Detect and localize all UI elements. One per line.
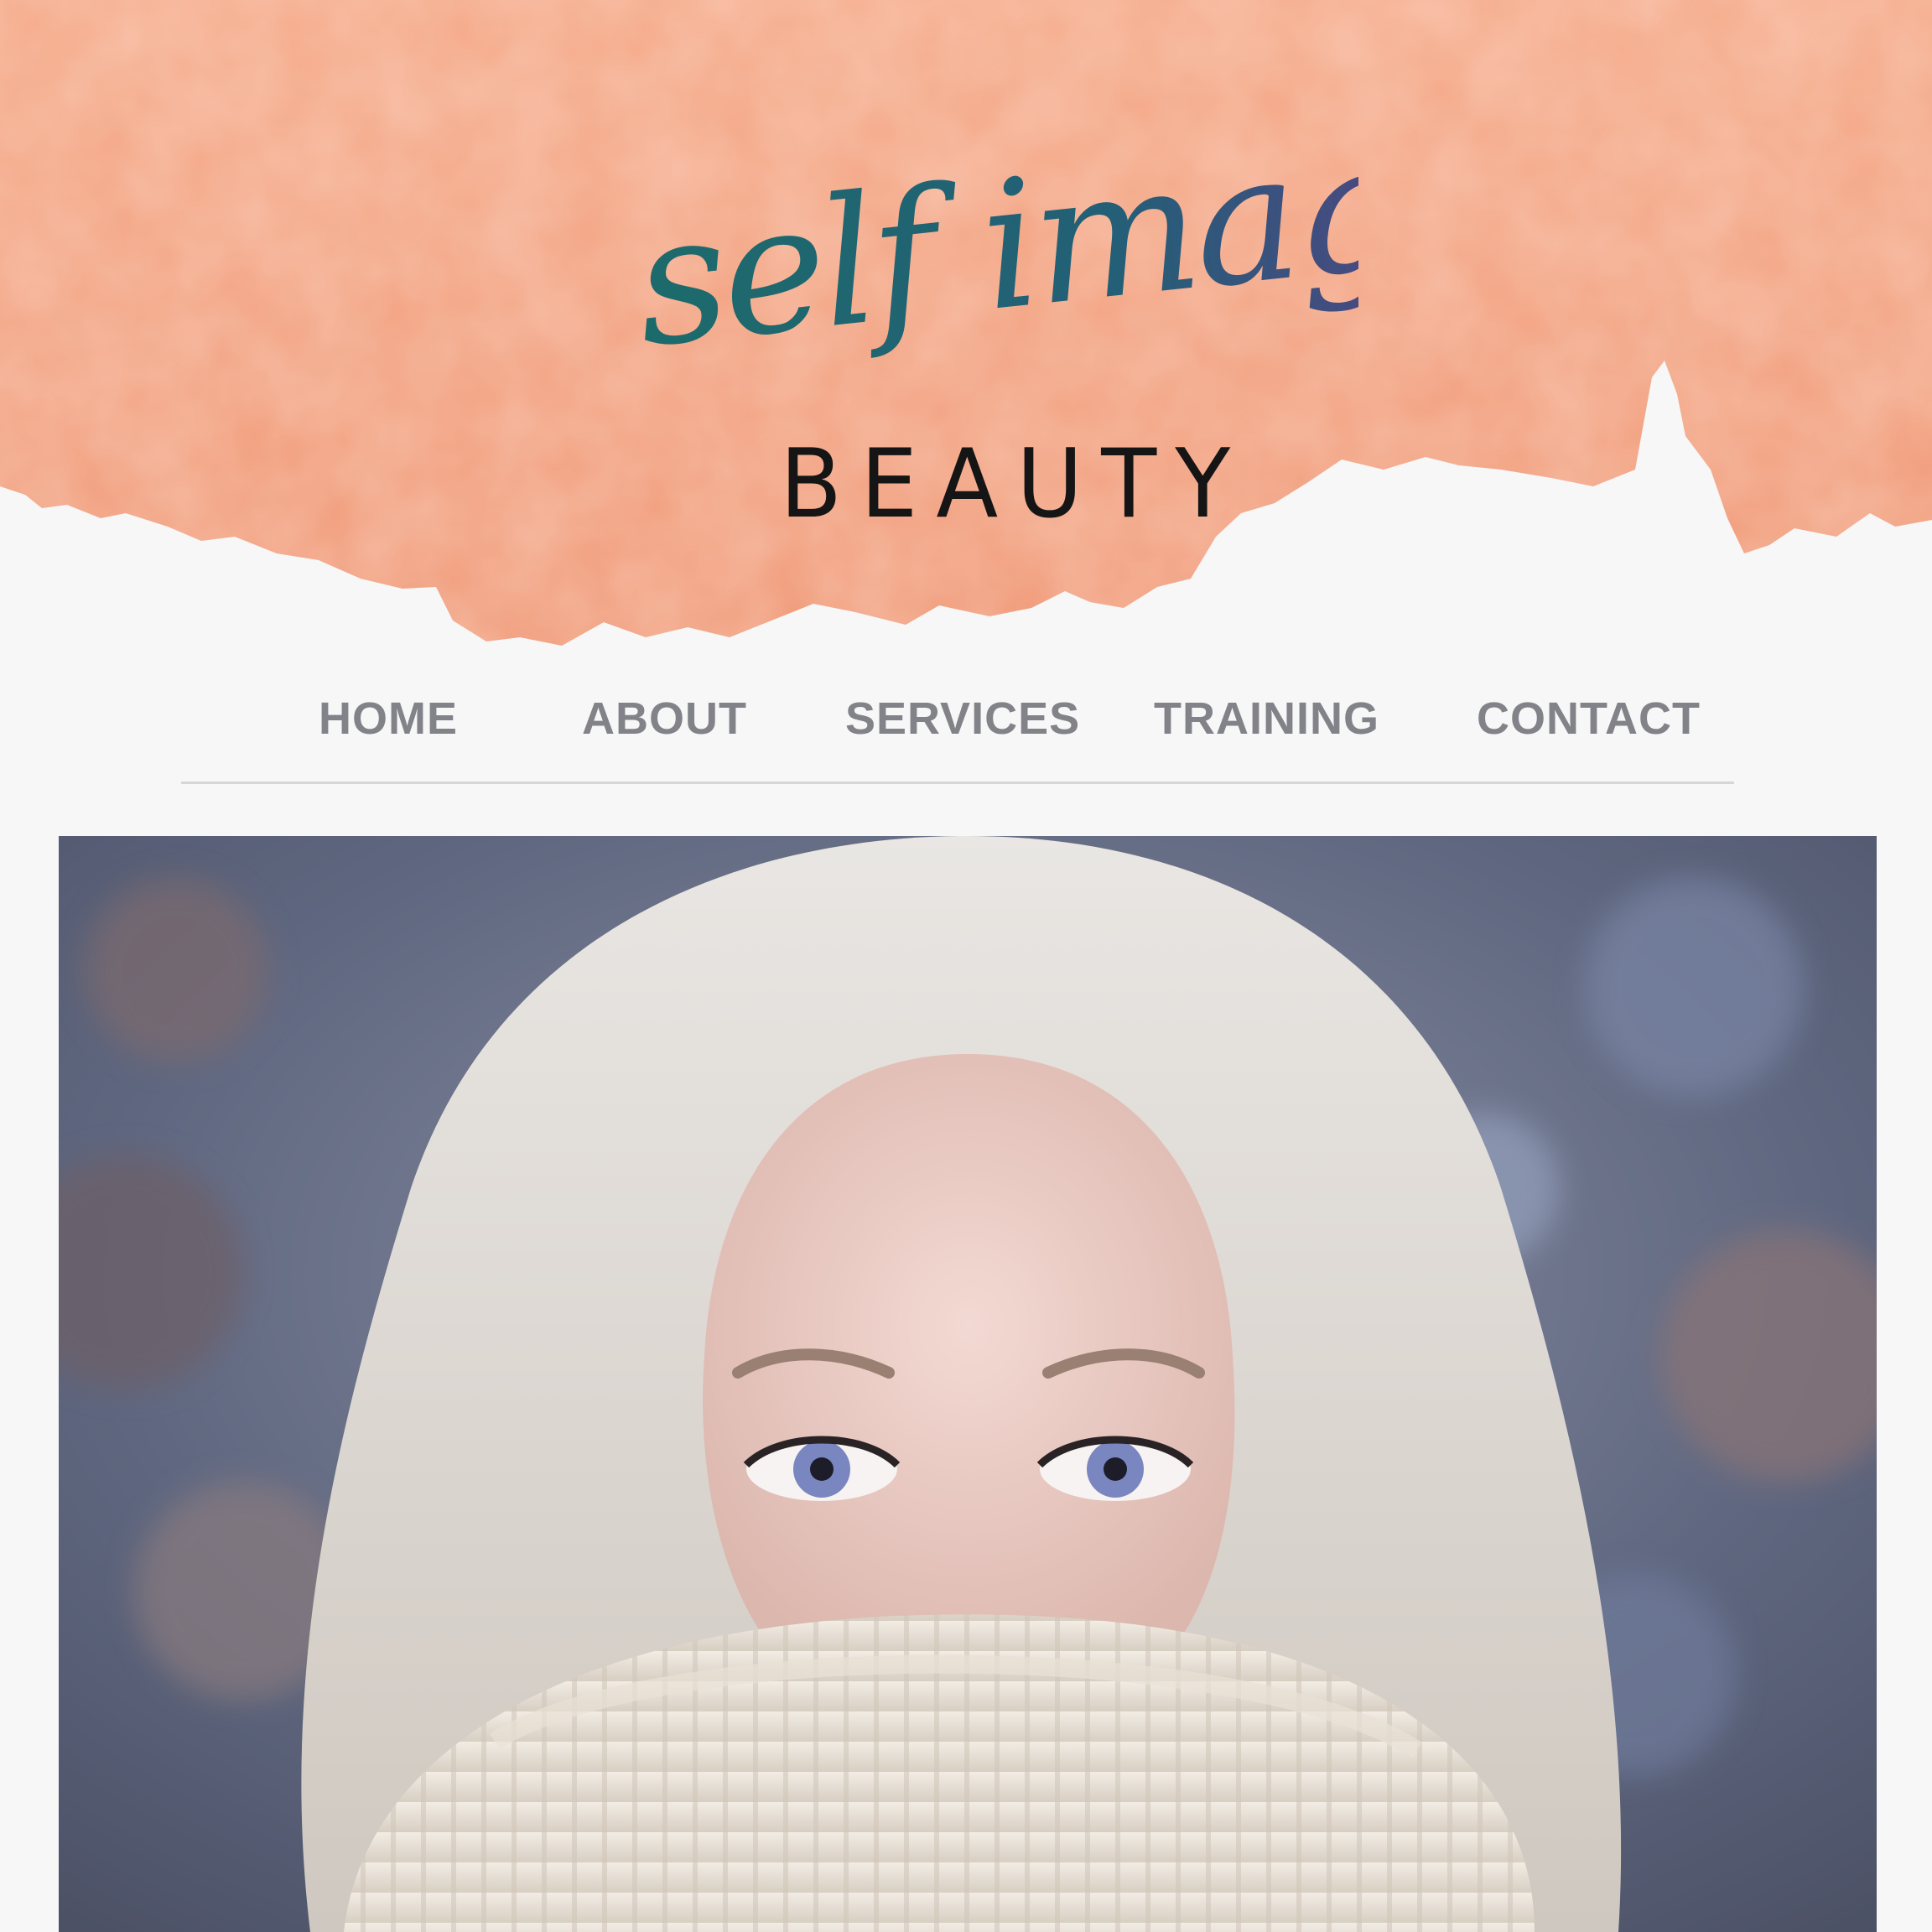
nav-item-services[interactable]: SERVICES xyxy=(845,693,1080,745)
main-navigation: HOME ABOUT SERVICES TRAINING CONTACT xyxy=(181,671,1734,784)
woman-in-knit-sweater-illustration xyxy=(59,836,1877,1932)
logo-script-wordmark: self image xyxy=(637,117,1358,387)
left-eye xyxy=(743,1436,901,1501)
logo-word-beauty: BEAUTY xyxy=(780,428,1249,540)
nav-item-contact[interactable]: CONTACT xyxy=(1477,693,1701,745)
nav-item-home[interactable]: HOME xyxy=(319,693,458,745)
right-eye xyxy=(1036,1436,1194,1501)
nav-item-about[interactable]: ABOUT xyxy=(582,693,747,745)
nav-item-training[interactable]: TRAINING xyxy=(1154,693,1379,745)
brand-logo[interactable]: self image BEAUTY xyxy=(621,101,1358,539)
svg-text:self image: self image xyxy=(637,117,1358,387)
hero-photo xyxy=(59,836,1877,1932)
